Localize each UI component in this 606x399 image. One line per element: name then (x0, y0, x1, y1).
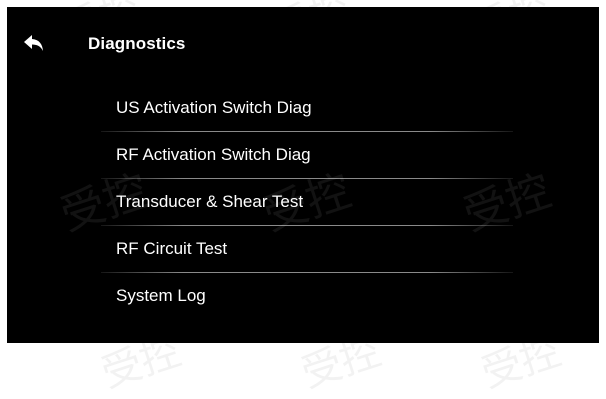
menu-item-label: US Activation Switch Diag (116, 98, 312, 117)
menu-item-system-log[interactable]: System Log (101, 273, 513, 320)
menu-item-rf-activation-switch-diag[interactable]: RF Activation Switch Diag (101, 132, 513, 179)
menu-item-label: System Log (116, 286, 206, 305)
menu-item-transducer-shear-test[interactable]: Transducer & Shear Test (101, 179, 513, 226)
device-screen: Diagnostics US Activation Switch Diag RF… (7, 7, 599, 343)
back-button[interactable] (19, 29, 49, 59)
menu-item-rf-circuit-test[interactable]: RF Circuit Test (101, 226, 513, 273)
back-arrow-icon (24, 35, 43, 51)
header-bar: Diagnostics (7, 7, 599, 79)
menu-item-label: RF Circuit Test (116, 239, 228, 258)
menu-item-label: Transducer & Shear Test (116, 192, 304, 211)
diagnostics-menu: US Activation Switch Diag RF Activation … (101, 85, 513, 320)
menu-item-label: RF Activation Switch Diag (116, 145, 311, 164)
page-title: Diagnostics (88, 34, 186, 53)
menu-item-us-activation-switch-diag[interactable]: US Activation Switch Diag (101, 85, 513, 132)
